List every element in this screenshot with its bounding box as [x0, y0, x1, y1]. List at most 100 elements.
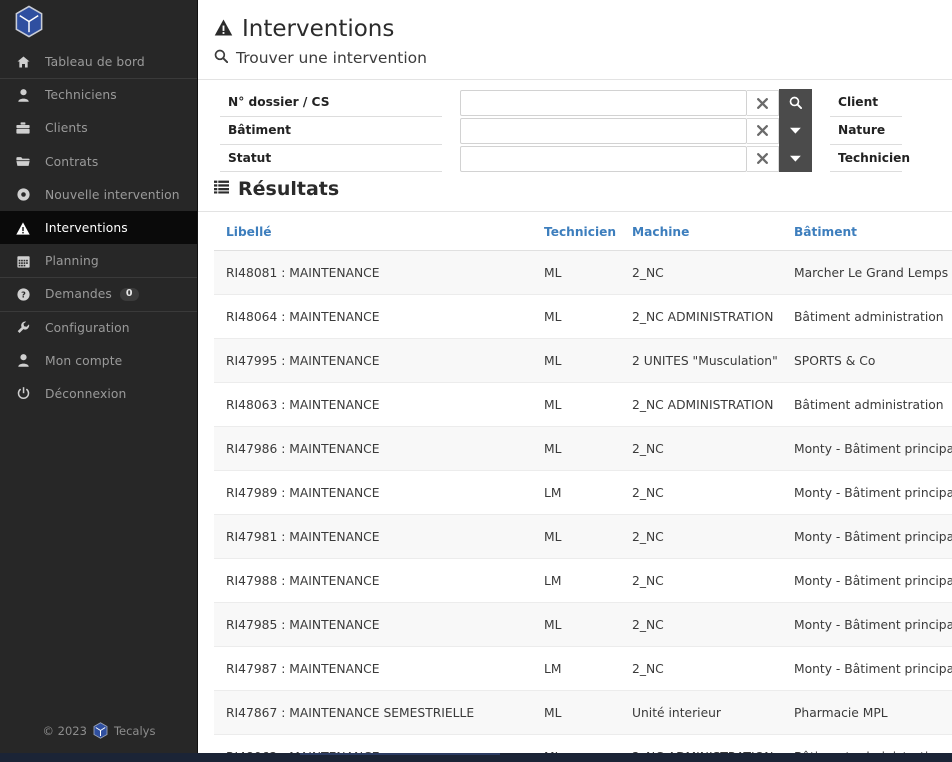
cell-machine: 2_NC ADMINISTRATION	[632, 294, 794, 340]
table-row[interactable]: RI47985 : MAINTENANCE ML 2_NC Monty - Bâ…	[214, 602, 952, 648]
wrench-icon	[12, 321, 34, 334]
cell-machine: 2_NC	[632, 558, 794, 604]
sidebar-item-interventions[interactable]: Interventions	[0, 210, 197, 245]
sidebar-item-deconnexion[interactable]: Déconnexion	[0, 377, 197, 410]
search-form: N° dossier / CS Bâtiment Statut Client N…	[214, 89, 952, 173]
cell-machine: 2_NC	[632, 514, 794, 560]
cell-batiment: Bâtiment administration	[794, 294, 952, 340]
cell-batiment: SPORTS & Co	[794, 338, 952, 384]
sidebar-item-label: Configuration	[45, 320, 130, 335]
cell-technicien: ML	[544, 426, 632, 472]
table-row[interactable]: RI48062 : MAINTENANCE ML 2_NC ADMINISTRA…	[214, 734, 952, 753]
cell-libelle: RI47995 : MAINTENANCE	[214, 338, 544, 384]
sidebar-item-contrats[interactable]: Contrats	[0, 145, 197, 178]
cell-machine: 2 UNITES "Musculation"	[632, 338, 794, 384]
field-label-technicien: Technicien	[830, 145, 910, 173]
field-label-dossier: N° dossier / CS	[220, 89, 442, 117]
header-divider	[198, 79, 952, 80]
sidebar-item-label: Tableau de bord	[45, 55, 145, 70]
table-row[interactable]: RI47995 : MAINTENANCE ML 2 UNITES "Muscu…	[214, 338, 952, 384]
table-row[interactable]: RI48063 : MAINTENANCE ML 2_NC ADMINISTRA…	[214, 382, 952, 428]
cell-technicien: ML	[544, 690, 632, 736]
cell-batiment: Bâtiment administration	[794, 382, 952, 428]
search-icon	[789, 97, 802, 110]
results-heading-text: Résultats	[238, 178, 340, 201]
cell-technicien: ML	[544, 602, 632, 648]
field-row-batiment	[460, 116, 812, 145]
sidebar-item-label: Nouvelle intervention	[45, 187, 180, 202]
field-label-statut: Statut	[220, 145, 442, 173]
table-row[interactable]: RI47986 : MAINTENANCE ML 2_NC Monty - Bâ…	[214, 426, 952, 472]
page-title-text: Interventions	[242, 16, 395, 42]
cell-libelle: RI47987 : MAINTENANCE	[214, 646, 544, 692]
sidebar-item-tableau-de-bord[interactable]: Tableau de bord	[0, 45, 197, 78]
app-window: Tableau de bord Techniciens Clients Cont…	[0, 0, 952, 762]
cell-machine: 2_NC ADMINISTRATION	[632, 734, 794, 753]
cell-libelle: RI48064 : MAINTENANCE	[214, 294, 544, 340]
cell-libelle: RI47867 : MAINTENANCE SEMESTRIELLE	[214, 690, 544, 736]
sidebar-item-label: Mon compte	[45, 353, 123, 368]
column-header-batiment[interactable]: Bâtiment	[794, 212, 952, 252]
column-header-libelle[interactable]: Libellé	[214, 212, 544, 252]
app-logo[interactable]	[0, 0, 197, 42]
sidebar-item-techniciens[interactable]: Techniciens	[0, 78, 197, 111]
chevron-down-icon	[790, 127, 801, 134]
batiment-dropdown-button[interactable]	[779, 116, 812, 145]
cell-libelle: RI47988 : MAINTENANCE	[214, 558, 544, 604]
sidebar-item-demandes[interactable]: ? Demandes 0	[0, 277, 197, 310]
clear-batiment-button[interactable]	[747, 117, 779, 144]
batiment-input[interactable]	[460, 117, 747, 144]
dossier-input[interactable]	[460, 90, 747, 116]
folder-icon	[12, 156, 34, 167]
field-label-nature: Nature	[830, 117, 902, 145]
sidebar-item-label: Interventions	[45, 221, 128, 236]
table-row[interactable]: RI47989 : MAINTENANCE LM 2_NC Monty - Bâ…	[214, 470, 952, 516]
cell-batiment: Monty - Bâtiment principal	[794, 602, 952, 648]
table-row[interactable]: RI47987 : MAINTENANCE LM 2_NC Monty - Bâ…	[214, 646, 952, 692]
plus-circle-icon	[12, 188, 34, 201]
table-row[interactable]: RI47867 : MAINTENANCE SEMESTRIELLE ML Un…	[214, 690, 952, 736]
cell-libelle: RI47981 : MAINTENANCE	[214, 514, 544, 560]
clear-dossier-button[interactable]	[747, 90, 779, 116]
column-header-technicien[interactable]: Technicien	[544, 212, 632, 252]
cell-libelle: RI47985 : MAINTENANCE	[214, 602, 544, 648]
list-icon	[214, 180, 229, 198]
table-row[interactable]: RI47981 : MAINTENANCE ML 2_NC Monty - Bâ…	[214, 514, 952, 560]
cube-hex-logo-icon	[93, 722, 108, 739]
sidebar-item-nouvelle-intervention[interactable]: Nouvelle intervention	[0, 178, 197, 211]
sidebar-item-label: Contrats	[45, 154, 99, 169]
column-header-machine[interactable]: Machine	[632, 212, 794, 252]
user-icon	[12, 88, 34, 102]
sidebar-item-configuration[interactable]: Configuration	[0, 310, 197, 344]
field-row-statut	[460, 144, 812, 173]
sidebar-item-label: Déconnexion	[45, 386, 127, 401]
sidebar-item-mon-compte[interactable]: Mon compte	[0, 344, 197, 377]
search-button[interactable]	[779, 89, 812, 117]
table-row[interactable]: RI48081 : MAINTENANCE ML 2_NC Marcher Le…	[214, 250, 952, 296]
table-row[interactable]: RI47988 : MAINTENANCE LM 2_NC Monty - Bâ…	[214, 558, 952, 604]
sidebar-item-planning[interactable]: Planning	[0, 244, 197, 277]
cell-batiment: Bâtiment administration	[794, 734, 952, 753]
sidebar: Tableau de bord Techniciens Clients Cont…	[0, 0, 198, 753]
svg-text:?: ?	[21, 290, 26, 300]
power-icon	[12, 387, 34, 400]
statut-input[interactable]	[460, 145, 747, 172]
clear-statut-button[interactable]	[747, 145, 779, 172]
results-table-head: Libellé Technicien Machine Bâtiment	[214, 212, 952, 252]
cell-technicien: ML	[544, 734, 632, 753]
os-taskbar	[0, 753, 952, 762]
page-subtitle-text: Trouver une intervention	[236, 49, 427, 67]
sidebar-footer: © 2023 Tecalys	[0, 722, 198, 739]
cell-machine: 2_NC ADMINISTRATION	[632, 382, 794, 428]
results-heading: Résultats	[214, 178, 952, 201]
cell-technicien: LM	[544, 558, 632, 604]
table-row[interactable]: RI48064 : MAINTENANCE ML 2_NC ADMINISTRA…	[214, 294, 952, 340]
cell-batiment: Monty - Bâtiment principal	[794, 558, 952, 604]
statut-dropdown-button[interactable]	[779, 144, 812, 173]
cell-technicien: ML	[544, 514, 632, 560]
results-table: Libellé Technicien Machine Bâtiment RI48…	[214, 212, 952, 753]
calendar-icon	[12, 255, 34, 268]
cell-machine: 2_NC	[632, 646, 794, 692]
sidebar-item-clients[interactable]: Clients	[0, 111, 197, 144]
table-header-row: Libellé Technicien Machine Bâtiment	[214, 212, 952, 252]
